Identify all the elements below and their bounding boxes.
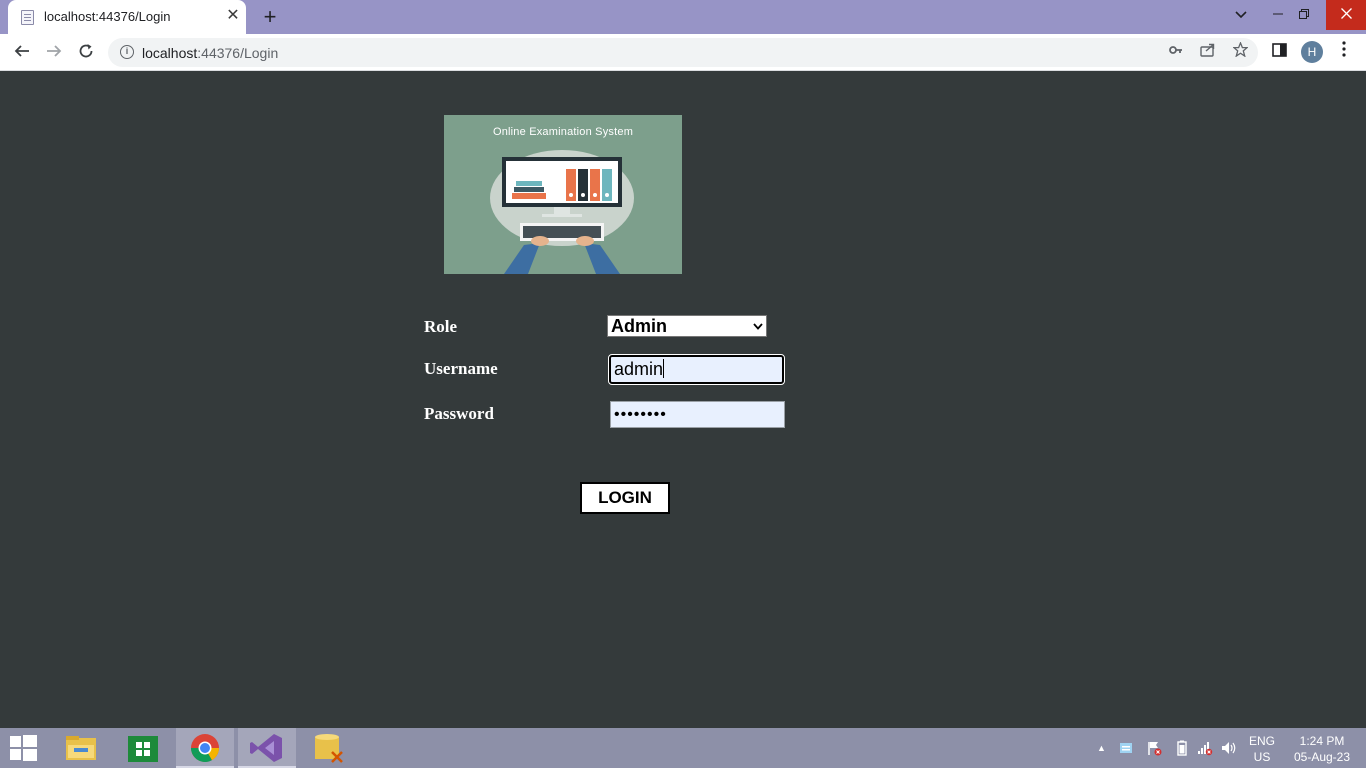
login-button[interactable]: LOGIN [580, 482, 670, 514]
info-icon[interactable]: i [120, 45, 134, 59]
username-input[interactable]: admin [608, 354, 785, 385]
close-window-icon[interactable] [1326, 0, 1366, 30]
file-explorer-icon[interactable] [52, 728, 110, 768]
role-label: Role [424, 317, 458, 336]
text-cursor [663, 359, 665, 378]
battery-icon[interactable] [1176, 740, 1188, 759]
visual-studio-icon[interactable] [238, 728, 296, 768]
side-panel-icon[interactable] [1265, 39, 1293, 67]
action-center-flag-icon[interactable] [1146, 740, 1162, 759]
tab-search-icon[interactable] [1226, 0, 1256, 30]
restore-icon[interactable] [1289, 0, 1319, 30]
password-input[interactable]: •••••••• [610, 401, 785, 428]
language-code: ENG [1249, 734, 1276, 748]
app-logo: Online Examination System [444, 115, 682, 274]
browser-toolbar: i localhost:44376/Login H [0, 34, 1366, 71]
tab-title: localhost:44376/Login [44, 9, 171, 24]
browser-titlebar: localhost:44376/Login ✕ + [0, 0, 1366, 34]
password-label: Password [424, 404, 494, 423]
page-favicon-icon [21, 10, 34, 25]
windows-start-icon[interactable] [10, 735, 38, 761]
volume-icon[interactable] [1220, 740, 1237, 759]
tab-close-icon[interactable]: ✕ [224, 7, 242, 25]
show-hidden-icons-icon[interactable]: ▲ [1097, 743, 1106, 753]
taskbar: ▲ ENG US 1:24 PM 05-Aug-23 [0, 728, 1366, 768]
url-text[interactable]: localhost:44376/Login [142, 45, 278, 61]
password-value: •••••••• [614, 406, 667, 423]
clock-time: 1:24 PM [1299, 734, 1345, 748]
region-code: US [1253, 750, 1271, 764]
forward-icon[interactable] [40, 39, 68, 67]
chrome-icon[interactable] [176, 728, 234, 768]
computer-illustration-icon [490, 150, 634, 274]
key-icon[interactable] [1165, 42, 1187, 64]
new-tab-icon[interactable]: + [258, 5, 282, 29]
username-value: admin [614, 359, 664, 379]
browser-tab[interactable]: localhost:44376/Login ✕ [8, 0, 246, 34]
reload-icon[interactable] [72, 39, 100, 67]
sql-tool-icon[interactable] [300, 728, 358, 768]
role-select[interactable]: Admin [607, 315, 767, 337]
address-bar[interactable]: i localhost:44376/Login [108, 38, 1258, 67]
username-label: Username [424, 359, 498, 378]
star-icon[interactable] [1229, 41, 1251, 64]
back-icon[interactable] [8, 39, 36, 67]
share-icon[interactable] [1197, 42, 1219, 64]
language-indicator[interactable]: ENG US [1249, 733, 1275, 768]
profile-avatar[interactable]: H [1301, 41, 1323, 63]
network-sync-icon[interactable] [1118, 740, 1134, 759]
role-selected-value: Admin [611, 316, 667, 336]
clock-date: 05-Aug-23 [1293, 750, 1351, 764]
clock[interactable]: 1:24 PM 05-Aug-23 [1284, 733, 1360, 768]
network-icon[interactable] [1196, 740, 1213, 759]
store-icon[interactable] [114, 728, 172, 768]
chevron-down-icon [753, 316, 763, 336]
menu-icon[interactable] [1330, 39, 1358, 67]
